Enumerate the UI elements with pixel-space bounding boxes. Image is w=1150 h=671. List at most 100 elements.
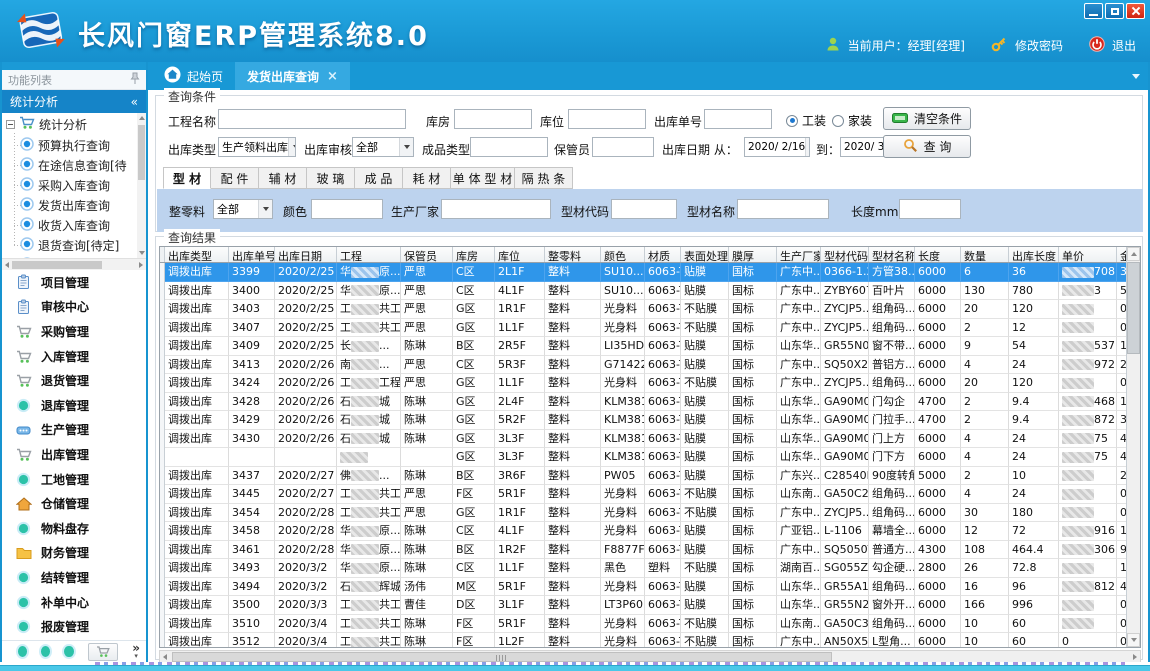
column-header-cell[interactable]: 库位 — [495, 247, 545, 262]
scroll-down-icon[interactable] — [1127, 633, 1140, 647]
expander-icon[interactable] — [6, 120, 15, 129]
material-tab[interactable]: 单 体 型 材 — [451, 167, 515, 189]
logout-link[interactable]: 退出 — [1112, 37, 1136, 54]
profile-code-input[interactable] — [611, 199, 677, 219]
date-from-picker[interactable]: 2020/ 2/16 — [744, 137, 810, 157]
column-header-cell[interactable]: 材质 — [645, 247, 681, 262]
table-row[interactable]: 调拨出库34612020/2/28华原...陈琳B区1R2F整料F8877FT6… — [160, 541, 1140, 560]
table-row[interactable]: 调拨出库34292020/2/26石城陈琳G区5R2F整料KLM38176063… — [160, 411, 1140, 430]
tree-item[interactable]: 发货出库查询 — [2, 195, 146, 215]
table-row[interactable]: 调拨出库34932020/3/2华原...陈琳C区1L1F整料黑色塑料不贴膜国标… — [160, 559, 1140, 578]
table-row[interactable]: 调拨出库34282020/2/26石城陈琳G区2L4F整料KLM38176063… — [160, 393, 1140, 412]
scrollbar-thumb[interactable] — [138, 125, 145, 180]
table-row[interactable]: 调拨出库34942020/3/2石辉城汤伟M区5R1F整料光身料6063-T5贴… — [160, 578, 1140, 597]
warehouse-input[interactable] — [454, 109, 532, 129]
column-header-cell[interactable]: 数量 — [961, 247, 1009, 262]
profile-name-input[interactable] — [737, 199, 829, 219]
minimize-button[interactable] — [1084, 3, 1103, 19]
whole-part-select[interactable]: 全部 — [213, 199, 273, 219]
project-name-input[interactable] — [218, 109, 406, 129]
circle-icon[interactable] — [18, 646, 27, 657]
table-row[interactable]: 调拨出库34002020/2/25华原...严思C区4L1F整料SU10...6… — [160, 282, 1140, 301]
material-tab[interactable]: 辅 材 — [259, 167, 307, 189]
column-header-cell[interactable]: 出库类型 — [165, 247, 229, 262]
table-row[interactable]: 调拨出库34092020/2/25长...陈琳B区2R5F整料LI35HD606… — [160, 337, 1140, 356]
column-header-cell[interactable]: 整零料 — [545, 247, 601, 262]
cart-shortcut-button[interactable] — [88, 643, 119, 661]
column-header-cell[interactable]: 单价 — [1059, 247, 1117, 262]
table-row[interactable]: 调拨出库34242020/2/26工工程严思G区1L1F整料光身料6063-T5… — [160, 374, 1140, 393]
table-row[interactable]: 调拨出库35122020/3/4工共工程陈琳F区1L2F整料光身料6063-T5… — [160, 633, 1140, 648]
table-row[interactable]: 调拨出库34582020/2/28华原...陈琳C区4L1F整料光身料6063-… — [160, 522, 1140, 541]
column-header-cell[interactable]: 生产厂家 — [777, 247, 821, 262]
collapse-icon[interactable]: « — [131, 95, 138, 109]
radio-selected-icon[interactable] — [786, 115, 798, 127]
material-tab[interactable]: 玻 璃 — [307, 167, 355, 189]
table-row[interactable]: 调拨出库34132020/2/26南...严思C区5R3F整料G71422606… — [160, 356, 1140, 375]
sidebar-menu-item[interactable]: 审核中心 — [2, 295, 146, 320]
maximize-button[interactable] — [1105, 3, 1124, 19]
vertical-scrollbar[interactable] — [1126, 247, 1140, 647]
column-header-cell[interactable]: 出库单号 — [229, 247, 275, 262]
order-no-input[interactable] — [704, 109, 772, 129]
column-header-cell[interactable]: 库房 — [453, 247, 495, 262]
circle-icon[interactable] — [64, 646, 73, 657]
scrollbar-thumb[interactable] — [172, 652, 832, 662]
radio-home-decoration[interactable]: 家装 — [832, 112, 872, 129]
product-type-input[interactable] — [470, 137, 548, 157]
column-header-cell[interactable]: 膜厚 — [729, 247, 777, 262]
tree-item[interactable]: 采购入库查询 — [2, 175, 146, 195]
table-row[interactable]: 调拨出库35002020/3/3工共工程曹佳D区3L1F整料LT3P606063… — [160, 596, 1140, 615]
column-header-cell[interactable]: 表面处理 — [681, 247, 729, 262]
sidebar-menu-item[interactable]: 生产管理 — [2, 418, 146, 443]
column-header-cell[interactable]: 型材代码 — [821, 247, 869, 262]
column-header-cell[interactable]: 长度 — [915, 247, 961, 262]
sidebar-menu-item[interactable]: 报废管理 — [2, 614, 146, 639]
table-row[interactable]: G区3L3F整料KLM38176063-T5贴膜国标山东华...GA90M09.… — [160, 448, 1140, 467]
sidebar-section-header[interactable]: 统计分析 « — [2, 90, 146, 113]
factory-input[interactable] — [441, 199, 551, 219]
sidebar-menu-item[interactable]: 入库管理 — [2, 344, 146, 369]
sidebar-menu-item[interactable]: 退库管理 — [2, 393, 146, 418]
material-tab[interactable]: 型 材 — [163, 167, 211, 189]
sidebar-menu-item[interactable]: 物料盘存 — [2, 516, 146, 541]
tree-item[interactable]: 收货入库查询 — [2, 215, 146, 235]
pin-icon[interactable] — [130, 72, 140, 88]
column-header-cell[interactable]: 工程 — [337, 247, 401, 262]
column-header-cell[interactable]: 出库日期 — [275, 247, 337, 262]
sidebar-menu-item[interactable]: 补单中心 — [2, 590, 146, 615]
tree-vertical-scrollbar[interactable] — [137, 113, 146, 258]
tab-shipping-outbound-query[interactable]: 发货出库查询 × — [235, 62, 350, 90]
column-header-cell[interactable]: 出库长度 — [1009, 247, 1059, 262]
table-row[interactable]: 调拨出库34542020/2/28工共工程严思G区1R1F整料光身料6063-T… — [160, 504, 1140, 523]
column-header-cell[interactable]: 型材名称 — [869, 247, 915, 262]
length-input[interactable] — [899, 199, 961, 219]
tab-home[interactable]: 起始页 — [152, 62, 235, 90]
sidebar-menu-item[interactable]: 工地管理 — [2, 467, 146, 492]
table-row[interactable]: 调拨出库34032020/2/25工共工程严思G区1R1F整料光身料6063-T… — [160, 300, 1140, 319]
table-row[interactable]: 调拨出库34452020/2/27工共工程严思F区5R1F整料光身料6063-T… — [160, 485, 1140, 504]
radio-work-clothes[interactable]: 工装 — [786, 112, 826, 129]
tab-list-dropdown-icon[interactable] — [1132, 74, 1140, 79]
audit-select[interactable]: 全部 — [352, 137, 414, 157]
circle-icon[interactable] — [41, 646, 50, 657]
more-button[interactable]: »▾ — [132, 644, 140, 660]
sidebar-menu-item[interactable]: 采购管理 — [2, 319, 146, 344]
sidebar-menu-item[interactable]: 结转管理 — [2, 565, 146, 590]
tree-item[interactable]: 退货查询[待定] — [2, 235, 146, 255]
scroll-up-icon[interactable] — [1127, 247, 1140, 261]
sidebar-menu-item[interactable]: 退货管理 — [2, 368, 146, 393]
tab-close-icon[interactable]: × — [327, 69, 338, 84]
material-tab[interactable]: 耗 材 — [403, 167, 451, 189]
tree-item[interactable]: 预算执行查询 — [2, 135, 146, 155]
search-button[interactable]: 查 询 — [883, 135, 971, 158]
sidebar-menu-item[interactable]: 仓储管理 — [2, 491, 146, 516]
material-tab[interactable]: 配 件 — [211, 167, 259, 189]
change-password-link[interactable]: 修改密码 — [1015, 37, 1063, 54]
material-tab[interactable]: 隔 热 条 — [515, 167, 573, 189]
out-type-select[interactable]: 生产领料出库 — [218, 137, 296, 157]
tree-root[interactable]: 统计分析 — [2, 113, 146, 135]
column-header-cell[interactable]: 颜色 — [601, 247, 645, 262]
scrollbar-thumb[interactable] — [12, 261, 102, 269]
table-row[interactable]: 调拨出库33992020/2/25华原...严思C区2L1F整料SU10...6… — [160, 263, 1140, 282]
